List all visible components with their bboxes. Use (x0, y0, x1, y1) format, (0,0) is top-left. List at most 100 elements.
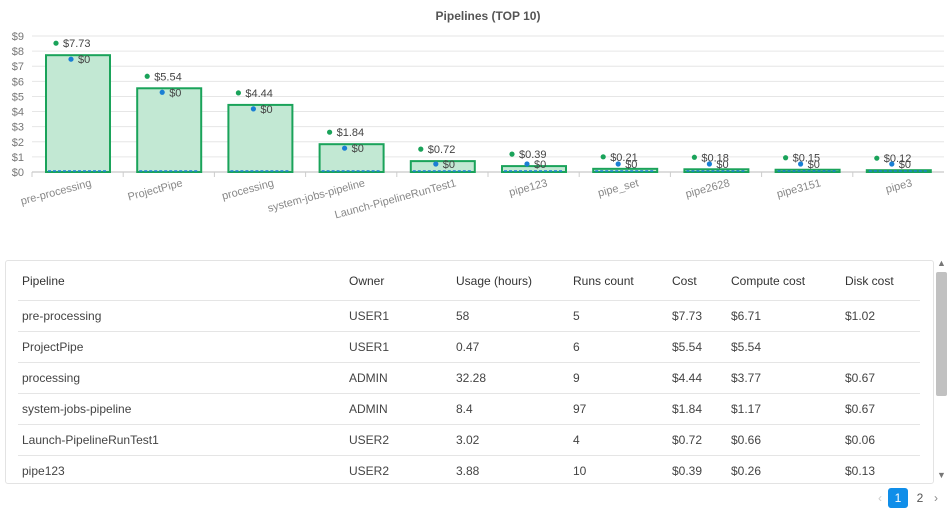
column-header-runs-count[interactable]: Runs count (569, 261, 668, 301)
cell-cost: $5.54 (668, 331, 727, 363)
y-tick-label: $9 (12, 31, 24, 43)
data-label-cost: $7.73 (63, 38, 91, 50)
data-label-previous-cost: $0 (78, 54, 90, 66)
y-tick-label: $2 (12, 137, 24, 149)
cell-usage: 32.28 (452, 362, 569, 394)
table-row[interactable]: ProjectPipe USER1 0.47 6 $5.54 $5.54 (18, 331, 920, 363)
page-1-button[interactable]: 1 (888, 488, 908, 508)
cell-cost: $0.72 (668, 424, 727, 456)
cell-compute-cost: $6.71 (727, 300, 841, 332)
table-row[interactable]: pipe123 USER2 3.88 10 $0.39 $0.26 $0.13 (18, 455, 920, 483)
column-header-pipeline[interactable]: Pipeline (18, 261, 345, 301)
y-tick-label: $0 (12, 167, 24, 179)
cell-owner: ADMIN (345, 362, 452, 394)
cell-owner: USER1 (345, 300, 452, 332)
data-point-previous-cost (342, 145, 348, 151)
column-header-disk-cost[interactable]: Disk cost (841, 261, 920, 301)
prev-page-chevron-icon[interactable]: ‹ (872, 491, 888, 505)
data-point-cost (327, 129, 333, 135)
table-row[interactable]: Launch-PipelineRunTest1 USER2 3.02 4 $0.… (18, 424, 920, 456)
data-point-cost (53, 40, 59, 46)
data-point-previous-cost (250, 106, 256, 112)
y-tick-label: $5 (12, 91, 24, 103)
bar-cost (45, 54, 111, 174)
data-point-cost (691, 154, 698, 160)
cell-cost: $4.44 (668, 362, 727, 394)
cell-cost: $7.73 (668, 300, 727, 332)
cell-disk-cost: $0.67 (841, 393, 920, 425)
next-page-chevron-icon[interactable]: › (928, 491, 944, 505)
cell-pipeline: ProjectPipe (18, 331, 345, 363)
cell-usage: 3.02 (452, 424, 569, 456)
data-label-previous-cost: $0 (169, 87, 181, 99)
data-point-previous-cost (889, 161, 895, 167)
y-tick-label: $8 (12, 46, 24, 58)
data-label-cost: $0.72 (428, 144, 456, 156)
y-tick-label: $4 (12, 107, 24, 119)
table-scrollbar[interactable]: ▲ ▼ (934, 256, 949, 482)
bar-chart-svg: Pipelines (TOP 10) $0 $1 $2 $3 $4 $5 $6 $7 $8 $9 $7… (12, 9, 944, 221)
cell-pipeline: pre-processing (18, 300, 345, 332)
y-tick-label: $3 (12, 122, 24, 134)
scroll-down-arrow-icon[interactable]: ▼ (934, 468, 949, 482)
x-tick-label: pre-processing (19, 177, 92, 207)
cell-usage: 3.88 (452, 455, 569, 483)
data-point-cost (144, 73, 150, 79)
cell-runs: 5 (569, 300, 668, 332)
data-point-cost (600, 154, 606, 160)
cell-runs: 97 (569, 393, 668, 425)
data-point-previous-cost (524, 161, 530, 167)
column-header-compute-cost[interactable]: Compute cost (727, 261, 841, 301)
table-row[interactable]: system-jobs-pipeline ADMIN 8.4 97 $1.84 … (18, 393, 920, 425)
data-point-cost (418, 146, 424, 152)
cell-cost: $1.84 (668, 393, 727, 425)
data-label-cost: $4.44 (245, 88, 273, 100)
column-header-usage[interactable]: Usage (hours) (452, 261, 569, 301)
page-2-button[interactable]: 2 (912, 491, 928, 505)
data-point-previous-cost (433, 161, 439, 167)
cell-runs: 9 (569, 362, 668, 394)
data-point-cost (509, 151, 515, 157)
column-header-owner[interactable]: Owner (345, 261, 452, 301)
data-label-previous-cost: $0 (534, 159, 546, 171)
scroll-thumb[interactable] (936, 272, 947, 396)
table-header-row: Pipeline Owner Usage (hours) Runs count … (18, 261, 920, 301)
data-label-previous-cost: $0 (716, 159, 728, 171)
table-row[interactable]: processing ADMIN 32.28 9 $4.44 $3.77 $0.… (18, 362, 920, 394)
x-tick-label: pipe3 (884, 177, 913, 196)
cell-cost: $0.39 (668, 455, 727, 483)
cell-pipeline: pipe123 (18, 455, 345, 483)
data-label-cost: $1.84 (337, 127, 365, 139)
cell-disk-cost: $0.06 (841, 424, 920, 456)
x-tick-label: pipe3151 (776, 177, 823, 200)
cell-disk-cost: $0.13 (841, 455, 920, 483)
x-tick-label: processing (221, 177, 275, 202)
y-tick-label: $7 (12, 61, 24, 73)
cell-compute-cost: $0.66 (727, 424, 841, 456)
cell-pipeline: Launch-PipelineRunTest1 (18, 424, 345, 456)
data-label-previous-cost: $0 (625, 159, 637, 171)
data-label-previous-cost: $0 (352, 143, 364, 155)
cell-runs: 4 (569, 424, 668, 456)
column-header-cost[interactable]: Cost (668, 261, 727, 301)
data-label-previous-cost: $0 (899, 159, 911, 171)
data-point-cost (783, 155, 789, 161)
cell-disk-cost (841, 331, 920, 363)
data-point-previous-cost (798, 161, 804, 167)
x-tick-label: ProjectPipe (127, 177, 184, 203)
data-point-previous-cost (615, 161, 621, 167)
data-point-previous-cost (706, 161, 713, 167)
scroll-up-arrow-icon[interactable]: ▲ (934, 256, 949, 270)
cell-usage: 8.4 (452, 393, 569, 425)
data-label-previous-cost: $0 (260, 104, 272, 116)
cell-runs: 10 (569, 455, 668, 483)
chart-title: Pipelines (TOP 10) (436, 9, 541, 23)
data-point-previous-cost (159, 89, 165, 95)
y-tick-label: $6 (12, 76, 24, 88)
cell-compute-cost: $0.26 (727, 455, 841, 483)
table-row[interactable]: pre-processing USER1 58 5 $7.73 $6.71 $1… (18, 300, 920, 332)
data-label-previous-cost: $0 (808, 159, 820, 171)
cell-compute-cost: $1.17 (727, 393, 841, 425)
x-tick-label: pipe123 (508, 177, 549, 199)
data-point-previous-cost (68, 56, 74, 62)
